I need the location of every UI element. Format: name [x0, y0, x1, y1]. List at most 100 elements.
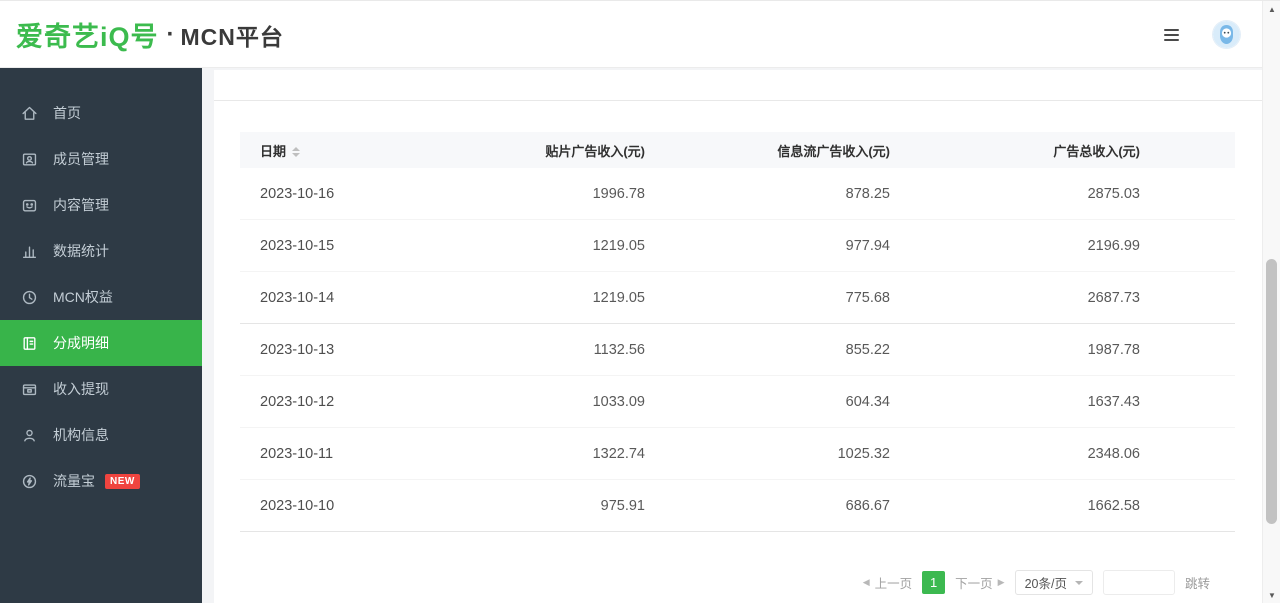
cell-feed: 855.22	[645, 342, 890, 358]
prev-page-label: 上一页	[875, 573, 913, 592]
sidebar-item-label: 首页	[53, 103, 81, 123]
sidebar-item-label: MCN权益	[53, 287, 113, 307]
cell-date: 2023-10-12	[240, 394, 490, 410]
sidebar-item-org-info[interactable]: 机构信息	[0, 412, 202, 458]
top-header: 爱奇艺iQ号 · MCN平台	[0, 2, 1262, 68]
sidebar-item-label: 数据统计	[53, 241, 109, 261]
cell-feed: 775.68	[645, 290, 890, 306]
cell-total: 1637.43	[890, 394, 1140, 410]
cell-preroll: 1996.78	[490, 186, 645, 202]
sidebar-item-withdrawal[interactable]: 收入提现	[0, 366, 202, 412]
header-actions	[1164, 21, 1240, 48]
table-row[interactable]: 2023-10-15 1219.05 977.94 2196.99	[240, 220, 1235, 272]
member-card-icon	[21, 151, 38, 168]
column-header-total: 广告总收入(元)	[890, 141, 1140, 160]
cell-date: 2023-10-10	[240, 498, 490, 514]
jump-page-input[interactable]	[1103, 570, 1175, 595]
revenue-table: 日期 贴片广告收入(元) 信息流广告收入(元) 广告总收入(元) 2023-10…	[240, 132, 1235, 532]
lightning-circle-icon	[21, 473, 38, 490]
sidebar-item-label: 收入提现	[53, 379, 109, 399]
cell-preroll: 1219.05	[490, 290, 645, 306]
cell-preroll: 1219.05	[490, 238, 645, 254]
next-page-label: 下一页	[955, 573, 993, 592]
cell-date: 2023-10-15	[240, 238, 490, 254]
table-row[interactable]: 2023-10-12 1033.09 604.34 1637.43	[240, 376, 1235, 428]
content-face-icon	[21, 197, 38, 214]
arrow-right-icon: ▶	[998, 577, 1005, 588]
sort-icon[interactable]	[292, 147, 300, 157]
cell-total: 2348.06	[890, 446, 1140, 462]
content-topbar	[214, 70, 1262, 101]
logo-text-suffix: MCN平台	[181, 18, 284, 52]
content-card: 日期 贴片广告收入(元) 信息流广告收入(元) 广告总收入(元) 2023-10…	[214, 70, 1262, 603]
cell-feed: 604.34	[645, 394, 890, 410]
sidebar-item-members[interactable]: 成员管理	[0, 136, 202, 182]
column-header-feed: 信息流广告收入(元)	[645, 141, 890, 160]
cell-total: 1987.78	[890, 342, 1140, 358]
table-row[interactable]: 2023-10-13 1132.56 855.22 1987.78	[240, 324, 1235, 376]
prev-page-button[interactable]: ◀ 上一页	[863, 573, 912, 592]
hamburger-menu-icon[interactable]	[1164, 29, 1179, 41]
cell-preroll: 1033.09	[490, 394, 645, 410]
cell-preroll: 1322.74	[490, 446, 645, 462]
cell-total: 2875.03	[890, 186, 1140, 202]
vertical-scrollbar[interactable]: ▲ ▼	[1262, 1, 1280, 603]
logo-text-green: 爱奇艺iQ号	[16, 15, 159, 54]
sidebar-item-revenue-share[interactable]: 分成明细	[0, 320, 202, 366]
table-row[interactable]: 2023-10-11 1322.74 1025.32 2348.06	[240, 428, 1235, 480]
table-header-row: 日期 贴片广告收入(元) 信息流广告收入(元) 广告总收入(元)	[240, 132, 1235, 168]
sidebar-item-statistics[interactable]: 数据统计	[0, 228, 202, 274]
person-icon	[21, 427, 38, 444]
cell-feed: 1025.32	[645, 446, 890, 462]
column-header-label: 日期	[260, 144, 286, 159]
cell-date: 2023-10-11	[240, 446, 490, 462]
sidebar-item-content[interactable]: 内容管理	[0, 182, 202, 228]
arrow-left-icon: ◀	[863, 577, 870, 588]
sidebar-item-label: 机构信息	[53, 425, 109, 445]
column-header-date[interactable]: 日期	[240, 141, 490, 160]
sidebar-item-label: 分成明细	[53, 333, 109, 353]
cell-date: 2023-10-13	[240, 342, 490, 358]
cell-preroll: 975.91	[490, 498, 645, 514]
cell-date: 2023-10-14	[240, 290, 490, 306]
current-page-button[interactable]: 1	[922, 571, 945, 594]
page-size-label: 20条/页	[1025, 573, 1067, 592]
page-size-select[interactable]: 20条/页	[1015, 570, 1093, 595]
next-page-button[interactable]: 下一页 ▶	[955, 573, 1004, 592]
table-row[interactable]: 2023-10-10 975.91 686.67 1662.58	[240, 480, 1235, 532]
logo-separator: ·	[167, 21, 175, 49]
sidebar-item-home[interactable]: 首页	[0, 90, 202, 136]
mcn-platform-page: 爱奇艺iQ号 · MCN平台 首页	[0, 0, 1280, 603]
cell-total: 2687.73	[890, 290, 1140, 306]
wallet-icon	[21, 381, 38, 398]
table-row[interactable]: 2023-10-16 1996.78 878.25 2875.03	[240, 168, 1235, 220]
cell-total: 1662.58	[890, 498, 1140, 514]
cell-date: 2023-10-16	[240, 186, 490, 202]
new-badge: NEW	[105, 474, 140, 489]
scrollbar-up-icon[interactable]: ▲	[1263, 5, 1280, 14]
brand-logo: 爱奇艺iQ号 · MCN平台	[16, 15, 284, 54]
sidebar-item-label: 流量宝	[53, 471, 95, 491]
cell-feed: 686.67	[645, 498, 890, 514]
pagination-bar: ◀ 上一页 1 下一页 ▶ 20条/页 跳转	[863, 570, 1210, 595]
home-icon	[21, 105, 38, 122]
scrollbar-down-icon[interactable]: ▼	[1263, 591, 1280, 600]
table-row[interactable]: 2023-10-14 1219.05 775.68 2687.73	[240, 272, 1235, 324]
sidebar-item-label: 内容管理	[53, 195, 109, 215]
user-avatar[interactable]	[1213, 21, 1240, 48]
clock-icon	[21, 289, 38, 306]
chevron-down-icon	[1075, 581, 1083, 585]
sidebar-item-mcn-rights[interactable]: MCN权益	[0, 274, 202, 320]
column-header-preroll: 贴片广告收入(元)	[490, 141, 645, 160]
sidebar-item-traffic[interactable]: 流量宝 NEW	[0, 458, 202, 504]
cell-preroll: 1132.56	[490, 342, 645, 358]
main-content: 日期 贴片广告收入(元) 信息流广告收入(元) 广告总收入(元) 2023-10…	[202, 68, 1262, 603]
ledger-icon	[21, 335, 38, 352]
cell-feed: 878.25	[645, 186, 890, 202]
jump-button[interactable]: 跳转	[1185, 573, 1210, 592]
sidebar-nav: 首页 成员管理 内容管理 数据统计 MCN权益	[0, 68, 202, 603]
sidebar-item-label: 成员管理	[53, 149, 109, 169]
bar-chart-icon	[21, 243, 38, 260]
cell-feed: 977.94	[645, 238, 890, 254]
scrollbar-thumb[interactable]	[1266, 259, 1277, 524]
